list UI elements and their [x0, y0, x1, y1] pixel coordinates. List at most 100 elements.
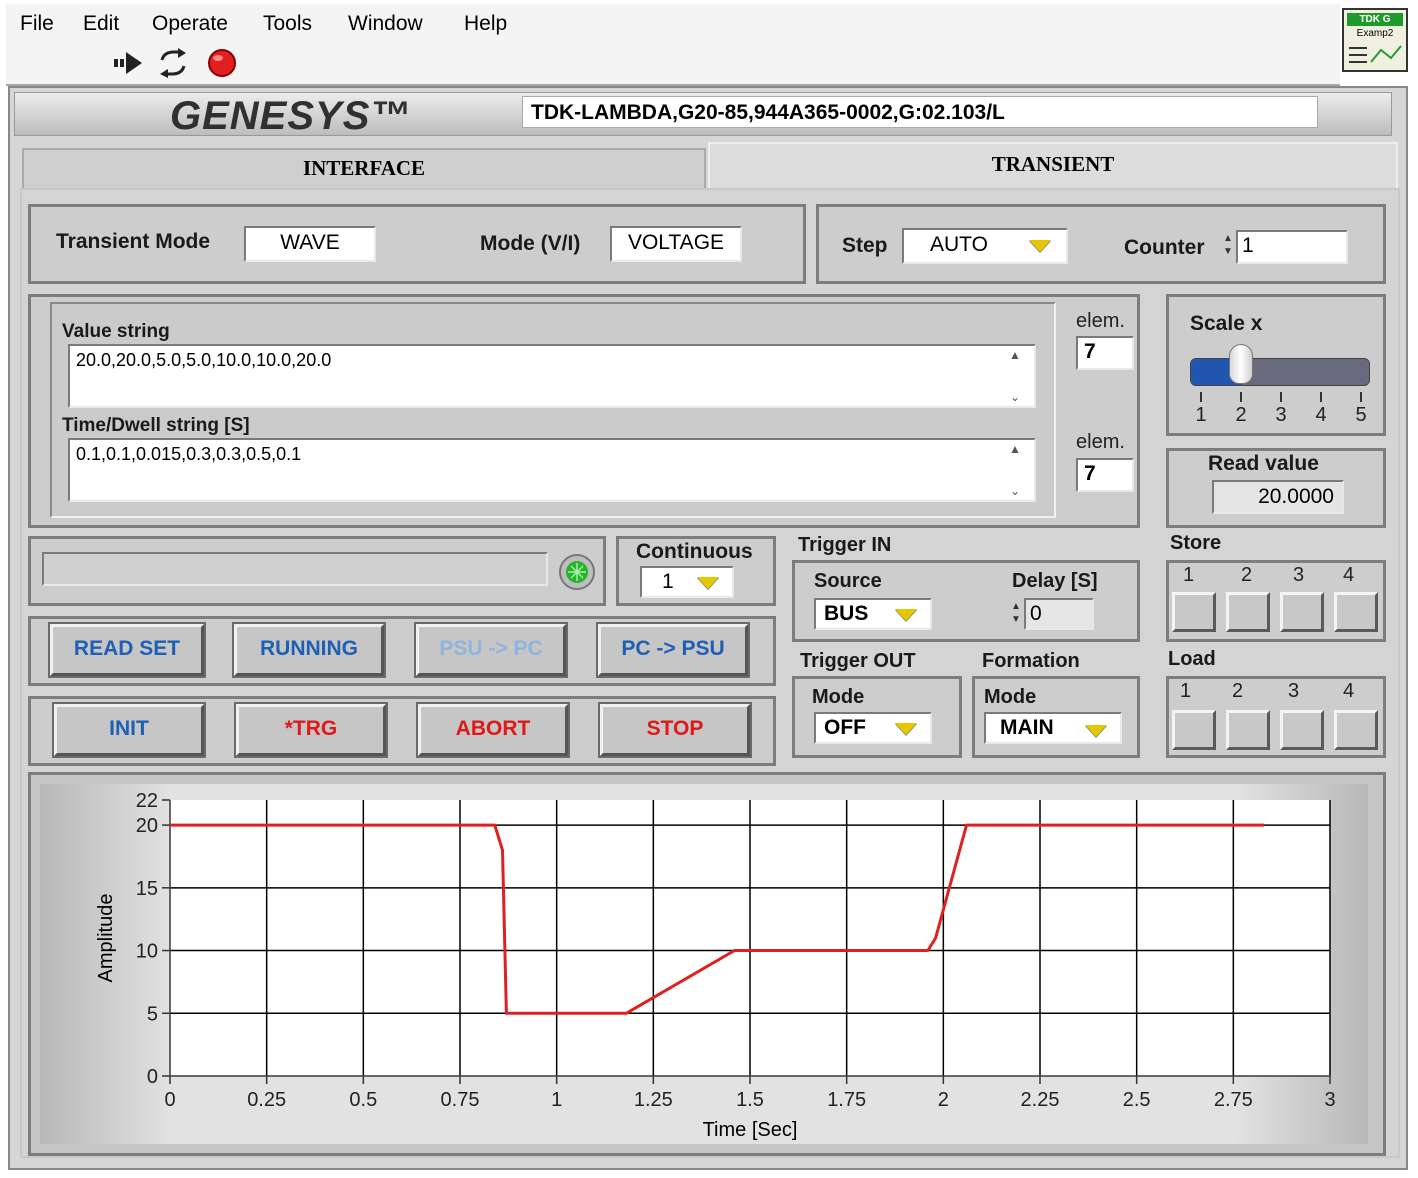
init-button[interactable]: INIT [52, 702, 206, 758]
scale-slider-thumb[interactable] [1228, 344, 1253, 384]
run-arrow-icon[interactable] [112, 50, 146, 76]
app-diagram-icon [1349, 45, 1402, 63]
scale-tick-mark [1360, 392, 1362, 402]
value-elem-label: elem. [1076, 310, 1125, 332]
scroll-up-icon[interactable]: ▲ [1006, 442, 1024, 456]
load-slot-3-button[interactable] [1280, 710, 1324, 750]
x-axis-label: Time [Sec] [703, 1119, 798, 1141]
load-title: Load [1168, 648, 1216, 670]
store-slot-2-button[interactable] [1226, 592, 1270, 632]
abort-stop-icon[interactable] [206, 48, 238, 78]
load-slot-1-button[interactable] [1172, 710, 1216, 750]
continuous-label: Continuous [636, 540, 753, 563]
formation-title: Formation [982, 650, 1080, 672]
load-slot-4-button[interactable] [1334, 710, 1378, 750]
x-tick-label: 0.5 [349, 1089, 377, 1111]
trigger-out-title: Trigger OUT [800, 650, 916, 672]
delay-field[interactable]: 0 [1024, 598, 1094, 630]
run-continuous-icon[interactable] [156, 48, 190, 78]
store-slot-1-button[interactable] [1172, 592, 1216, 632]
scale-label: Scale x [1190, 312, 1263, 335]
source-label: Source [814, 570, 882, 592]
x-tick-label: 1.75 [827, 1089, 866, 1111]
counter-label: Counter [1124, 236, 1205, 259]
menu-tools[interactable]: Tools [263, 12, 312, 36]
scale-tick-mark [1240, 392, 1242, 402]
time-elem-label: elem. [1076, 431, 1125, 453]
delay-spinner-icon[interactable]: ▲ ▼ [1010, 600, 1022, 630]
x-tick-label: 0.75 [441, 1089, 480, 1111]
y-tick-label: 22 [136, 790, 158, 812]
store-slot-4-button[interactable] [1334, 592, 1378, 632]
chevron-down-icon[interactable] [1024, 231, 1056, 261]
app-icon-line1: TDK G [1347, 13, 1403, 26]
y-tick-label: 0 [147, 1066, 158, 1088]
scroll-up-icon[interactable]: ▲ [1006, 348, 1024, 362]
menu-edit[interactable]: Edit [83, 12, 119, 36]
counter-field[interactable]: 1 [1236, 230, 1348, 264]
chevron-down-icon[interactable] [890, 600, 922, 630]
store-slot-label: 3 [1293, 564, 1305, 586]
menu-bar: File Edit Operate Tools Window Help [6, 4, 1340, 38]
formation-mode-label: Mode [984, 686, 1037, 708]
load-slot-label: 4 [1343, 680, 1355, 702]
chevron-down-icon[interactable] [1080, 716, 1112, 746]
trigger-in-title: Trigger IN [798, 534, 892, 556]
scale-tick-label: 5 [1355, 404, 1367, 426]
scale-tick-label: 4 [1315, 404, 1327, 426]
trigger-button[interactable]: *TRG [234, 702, 388, 758]
counter-spinner-icon[interactable]: ▲ ▼ [1222, 232, 1234, 262]
x-tick-label: 2.75 [1214, 1089, 1253, 1111]
mode-vi-field[interactable]: VOLTAGE [610, 226, 742, 262]
chevron-down-icon[interactable] [692, 568, 724, 598]
genesys-logo: GENESYS™ [170, 94, 412, 138]
status-led-icon [559, 554, 595, 590]
menu-help[interactable]: Help [464, 12, 507, 36]
running-button[interactable]: RUNNING [232, 622, 386, 678]
store-slot-label: 1 [1183, 564, 1195, 586]
y-tick-label: 20 [136, 815, 158, 837]
y-tick-label: 15 [136, 878, 158, 900]
stop-button[interactable]: STOP [598, 702, 752, 758]
x-tick-label: 2.5 [1123, 1089, 1151, 1111]
scroll-down-icon[interactable]: ⌄ [1006, 484, 1024, 498]
read-value-display: 20.0000 [1212, 480, 1344, 514]
x-tick-label: 0.25 [247, 1089, 286, 1111]
amplitude-chart: 0 0.25 0.5 0.75 1 1.25 1.5 1.75 2 2.25 2.5 2.75 3 0 5… [95, 790, 1336, 1141]
x-tick-label: 1.5 [736, 1089, 764, 1111]
trigger-out-mode-label: Mode [812, 686, 865, 708]
load-slot-label: 2 [1232, 680, 1244, 702]
y-tick-label: 5 [147, 1003, 158, 1025]
store-slot-label: 2 [1241, 564, 1253, 586]
tab-interface[interactable]: INTERFACE [22, 148, 706, 188]
scale-tick-mark [1200, 392, 1202, 402]
scale-tick-label: 2 [1235, 404, 1247, 426]
store-slot-3-button[interactable] [1280, 592, 1324, 632]
scroll-down-icon[interactable]: ⌄ [1006, 390, 1024, 404]
x-axis-ticks: 0 0.25 0.5 0.75 1 1.25 1.5 1.75 2 2.25 2.5 2.75 3 [164, 1075, 1336, 1111]
x-tick-label: 3 [1324, 1089, 1335, 1111]
value-string-input[interactable]: 20.0,20.0,5.0,5.0,10.0,10.0,20.0 [68, 344, 1036, 408]
scale-slider-track[interactable] [1190, 358, 1370, 386]
toolbar [6, 38, 1340, 86]
psu-to-pc-button[interactable]: PSU -> PC [414, 622, 568, 678]
store-slot-label: 4 [1343, 564, 1355, 586]
menu-window[interactable]: Window [348, 12, 423, 36]
tab-transient[interactable]: TRANSIENT [708, 142, 1398, 188]
read-set-button[interactable]: READ SET [48, 622, 206, 678]
load-slot-2-button[interactable] [1226, 710, 1270, 750]
transient-mode-field[interactable]: WAVE [244, 226, 376, 262]
menu-operate[interactable]: Operate [152, 12, 228, 36]
instrument-id-field: TDK-LAMBDA,G20-85,944A365-0002,G:02.103/… [522, 96, 1318, 128]
app-icon-line2: Examp2 [1356, 28, 1394, 39]
time-string-label: Time/Dwell string [S] [62, 415, 250, 436]
pc-to-psu-button[interactable]: PC -> PSU [596, 622, 750, 678]
menu-file[interactable]: File [20, 12, 54, 36]
abort-button[interactable]: ABORT [416, 702, 570, 758]
scale-tick-label: 1 [1195, 404, 1207, 426]
chevron-down-icon[interactable] [890, 714, 922, 744]
scale-tick-mark [1320, 392, 1322, 402]
time-string-input[interactable]: 0.1,0.1,0.015,0.3,0.3,0.5,0.1 [68, 438, 1036, 502]
x-tick-label: 2 [938, 1089, 949, 1111]
status-text-field [42, 552, 548, 586]
